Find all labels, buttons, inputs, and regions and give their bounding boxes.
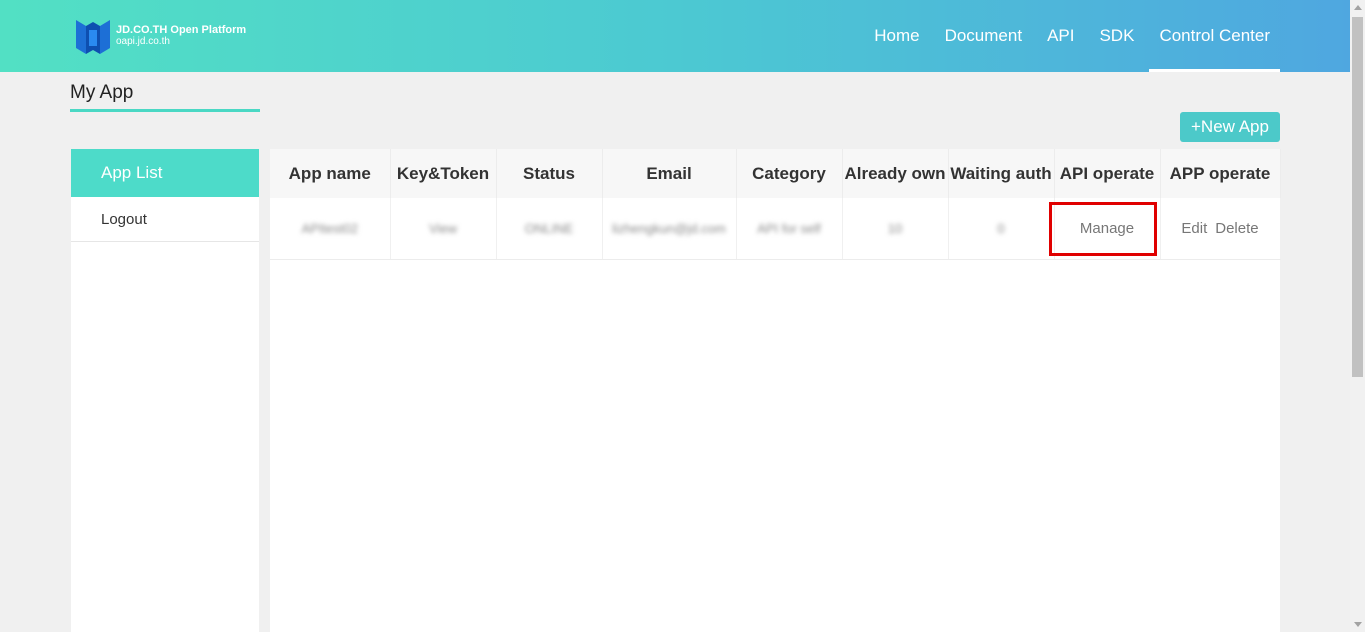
column-header: Waiting auth — [948, 149, 1055, 198]
table-header-row: App name Key&Token Status Email Category… — [270, 149, 1281, 198]
main-nav: Home Document API SDK Control Center — [859, 0, 1280, 72]
category-cell: API for self — [757, 221, 821, 237]
title-underline — [70, 109, 260, 112]
logo-subtitle: oapi.jd.co.th — [116, 36, 170, 47]
column-header: Email — [602, 149, 737, 198]
status-cell: ONLINE — [524, 221, 574, 237]
column-header: API operate — [1054, 149, 1161, 198]
column-header: Key&Token — [390, 149, 497, 198]
sidebar: App List Logout — [71, 149, 259, 632]
sidebar-item-app-list[interactable]: App List — [71, 149, 259, 197]
key-token-link[interactable]: View — [429, 221, 457, 236]
edit-link[interactable]: Edit — [1181, 220, 1207, 237]
sidebar-item-logout[interactable]: Logout — [71, 197, 259, 242]
page-scrollbar[interactable] — [1350, 0, 1365, 632]
nav-sdk[interactable]: SDK — [1089, 0, 1144, 72]
page-title: My App — [70, 82, 134, 103]
new-app-button[interactable]: +New App — [1180, 112, 1280, 142]
email-cell: lizhengkun@jd.com — [612, 221, 726, 237]
nav-api[interactable]: API — [1037, 0, 1084, 72]
already-own-cell: 10 — [887, 221, 903, 237]
column-header: App name — [270, 149, 391, 198]
column-header: Status — [496, 149, 603, 198]
logo[interactable]: JD.CO.TH Open Platform oapi.jd.co.th — [76, 16, 246, 56]
nav-home[interactable]: Home — [864, 0, 929, 72]
waiting-auth-cell: 0 — [997, 221, 1005, 237]
column-header: Already own — [842, 149, 949, 198]
delete-link[interactable]: Delete — [1215, 220, 1258, 237]
app-table: App name Key&Token Status Email Category… — [270, 149, 1281, 260]
scroll-up-icon[interactable] — [1354, 5, 1362, 10]
column-header: Category — [736, 149, 843, 198]
manage-link[interactable]: Manage — [1080, 220, 1134, 237]
logo-icon — [76, 20, 110, 54]
top-navbar: JD.CO.TH Open Platform oapi.jd.co.th Hom… — [0, 0, 1350, 72]
nav-control-center[interactable]: Control Center — [1149, 0, 1280, 72]
scroll-down-icon[interactable] — [1354, 622, 1362, 627]
scroll-thumb[interactable] — [1352, 17, 1363, 377]
column-header: APP operate — [1160, 149, 1281, 198]
app-table-panel: App name Key&Token Status Email Category… — [270, 149, 1281, 632]
table-row: APItest02 View ONLINE lizhengkun@jd.com … — [270, 198, 1281, 260]
nav-document[interactable]: Document — [935, 0, 1032, 72]
app-name-cell: APItest02 — [301, 221, 358, 237]
logo-title: JD.CO.TH Open Platform — [116, 24, 247, 36]
